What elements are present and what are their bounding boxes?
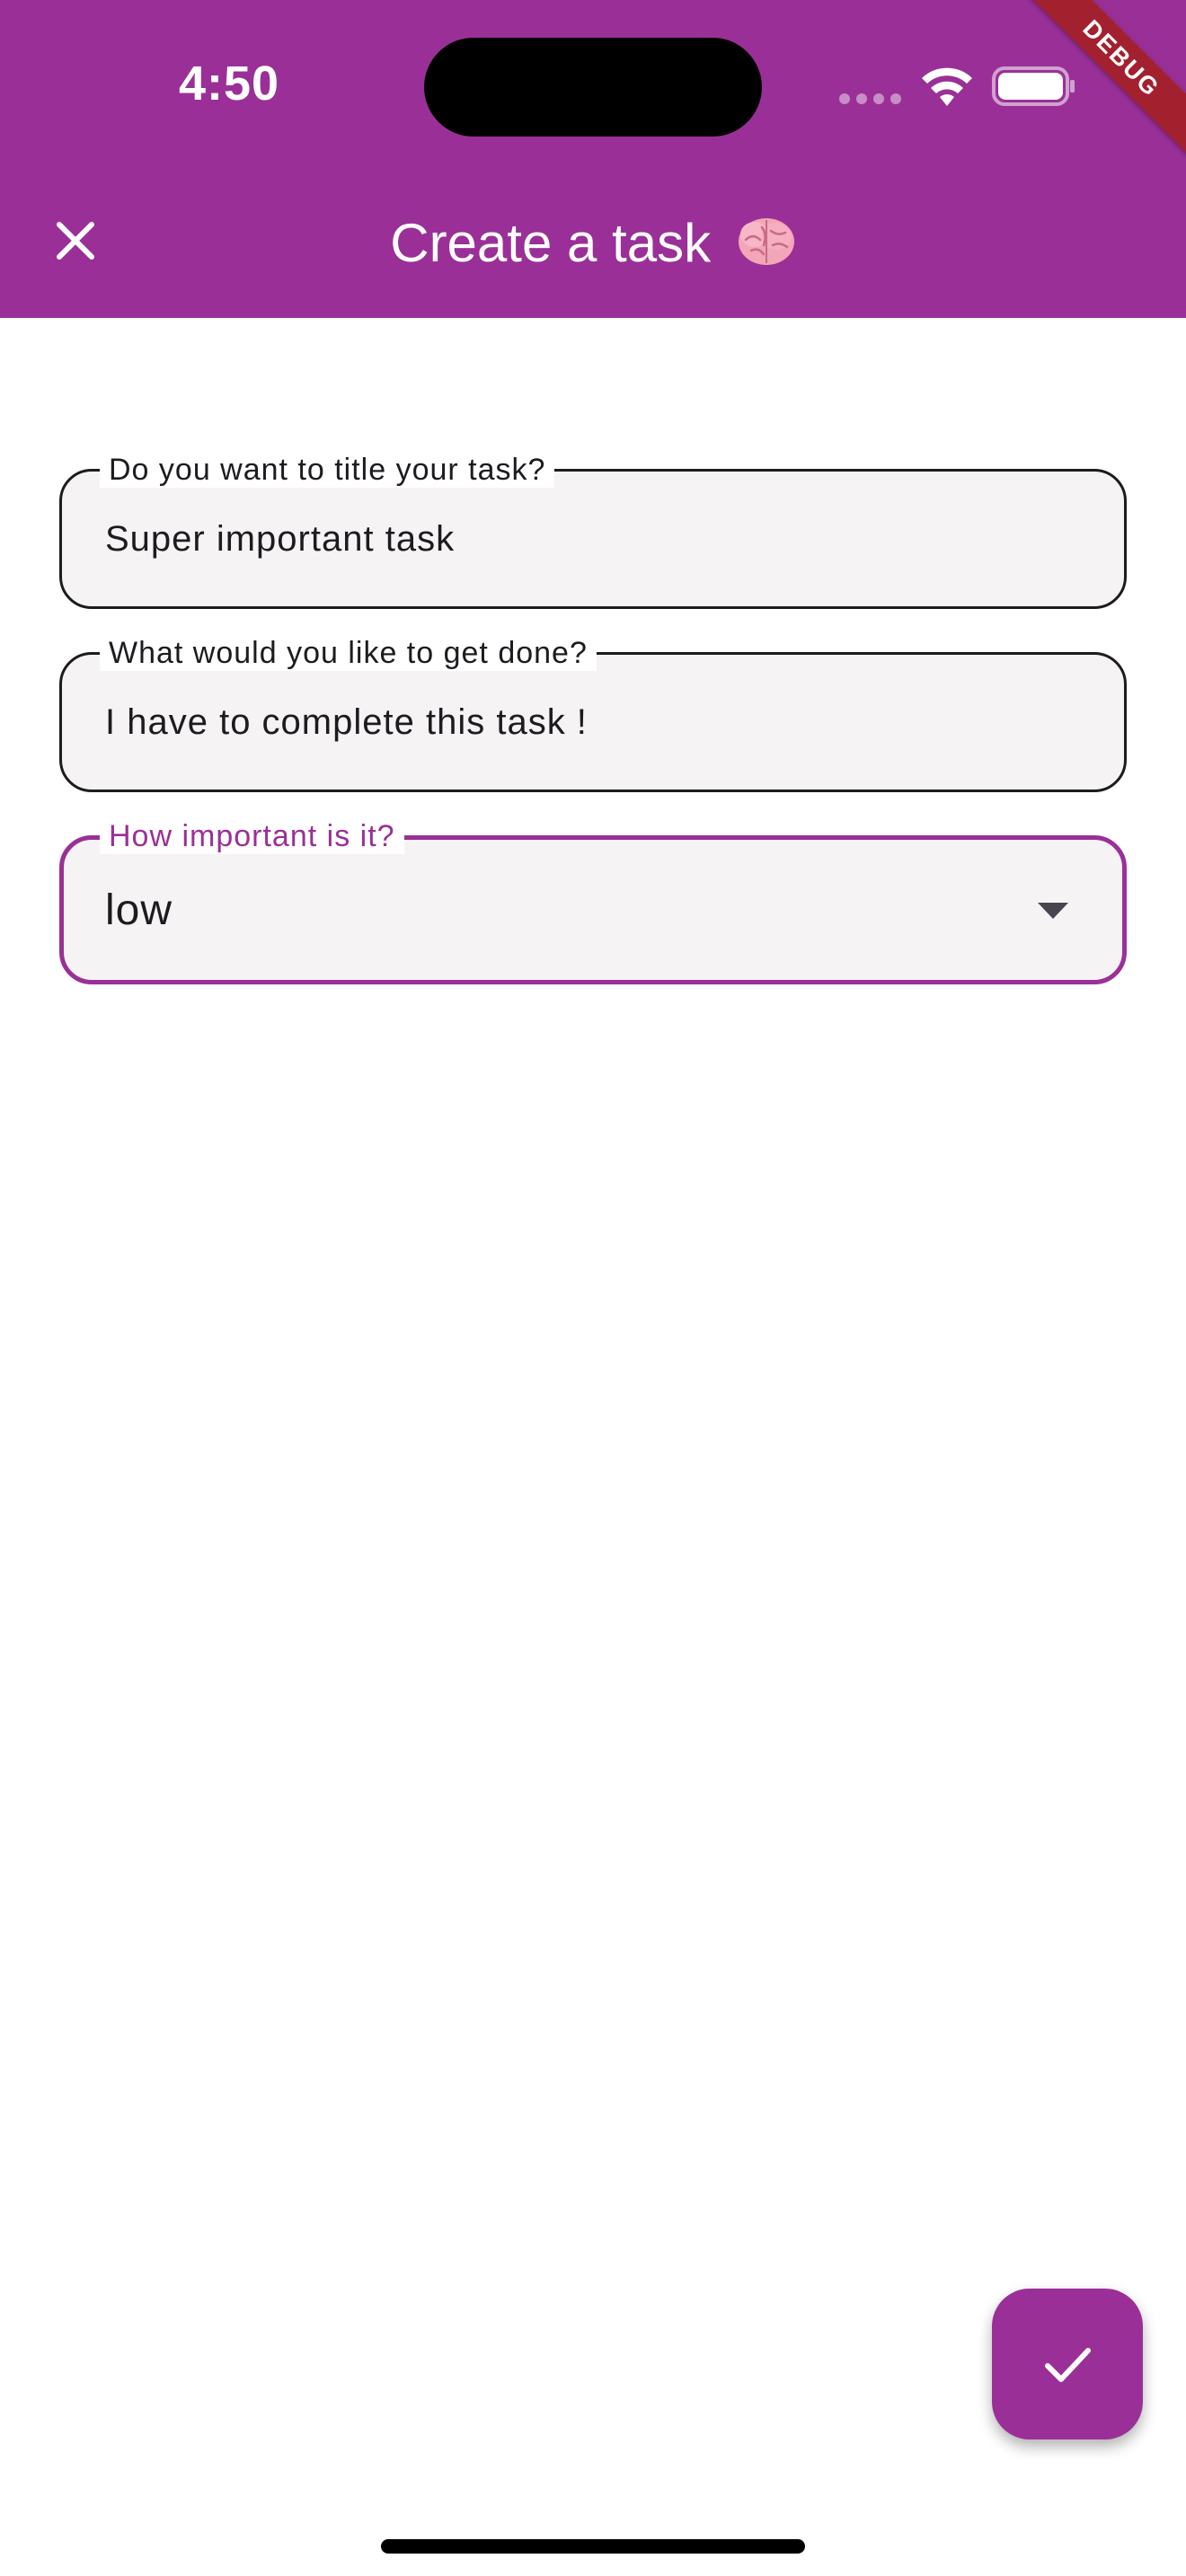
create-task-screen: 4:50 Create a task DEBUG Do you want to … — [0, 0, 1186, 2576]
battery-icon — [992, 66, 1075, 106]
cellular-signal-icon — [839, 93, 902, 104]
task-description-field[interactable]: What would you like to get done? I have … — [59, 635, 1127, 792]
wifi-icon — [922, 67, 972, 106]
dropdown-arrow-icon[interactable] — [1038, 903, 1068, 919]
priority-selected-value[interactable]: low — [105, 840, 173, 980]
home-indicator — [381, 2539, 805, 2554]
app-bar: 4:50 Create a task DEBUG — [0, 0, 1186, 318]
task-title-input[interactable]: Super important task — [105, 472, 455, 606]
check-icon — [1045, 2348, 1091, 2382]
status-time: 4:50 — [178, 57, 280, 110]
page-title-text: Create a task — [390, 213, 712, 273]
confirm-task-button[interactable] — [992, 2289, 1143, 2439]
dynamic-island — [424, 38, 762, 137]
task-description-input[interactable]: I have to complete this task ! — [105, 655, 588, 790]
page-title: Create a task — [0, 212, 1186, 274]
brain-icon — [738, 218, 794, 265]
priority-dropdown[interactable]: How important is it? low — [59, 818, 1127, 984]
task-title-field[interactable]: Do you want to title your task? Super im… — [59, 452, 1127, 609]
